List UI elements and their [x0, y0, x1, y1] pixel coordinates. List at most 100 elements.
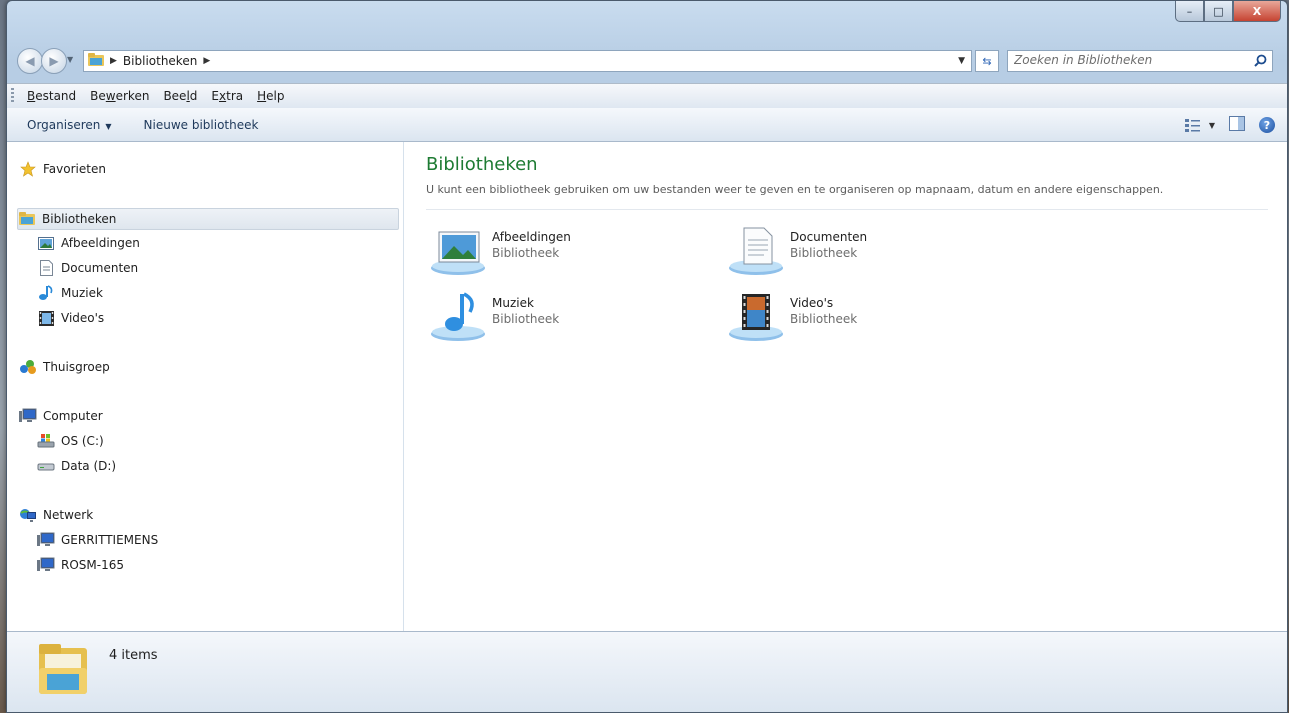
- nav-drive-c-label: OS (C:): [61, 434, 104, 448]
- change-view-button[interactable]: ▼: [1184, 118, 1215, 132]
- nav-music-label: Muziek: [61, 286, 103, 300]
- preview-pane-icon: [1229, 116, 1245, 131]
- nav-network[interactable]: Netwerk: [19, 504, 93, 526]
- menu-beeld[interactable]: Beeld: [156, 89, 204, 103]
- close-button[interactable]: X: [1233, 1, 1281, 22]
- nav-network-rosm-165[interactable]: ROSM-165: [37, 554, 124, 576]
- library-name: Documenten: [790, 230, 868, 244]
- library-type: Bibliotheek: [790, 312, 858, 326]
- library-type: Bibliotheek: [790, 246, 858, 260]
- organize-button[interactable]: Organiseren ▼: [17, 118, 122, 132]
- chevron-down-icon: ▼: [105, 121, 112, 131]
- music-library-icon: [430, 292, 488, 342]
- library-name: Afbeeldingen: [492, 230, 571, 244]
- nav-homegroup[interactable]: Thuisgroep: [19, 356, 110, 378]
- library-name: Muziek: [492, 296, 534, 310]
- address-row: ◀ ▶ ▼ ▶ Bibliotheken ▶ ▼ ⇆: [7, 45, 1287, 77]
- nav-videos-label: Video's: [61, 311, 105, 325]
- hard-drive-icon: [37, 457, 55, 475]
- arrow-right-icon: ▶: [49, 54, 59, 68]
- menu-extra[interactable]: Extra: [204, 89, 250, 103]
- minimize-button[interactable]: –: [1175, 1, 1204, 22]
- nav-music[interactable]: Muziek: [37, 282, 103, 304]
- nav-drive-d-label: Data (D:): [61, 459, 117, 473]
- explorer-window: – □ X ◀ ▶ ▼ ▶ Bibliotheken ▶ ▼ ⇆ Zoeken …: [6, 0, 1288, 713]
- menu-bar: Bestand Bewerken Beeld Extra Help: [7, 83, 1287, 109]
- library-name: Video's: [790, 296, 834, 310]
- pictures-library-icon: [430, 226, 488, 276]
- organize-label: Organiseren: [27, 117, 101, 132]
- nav-documents-label: Documenten: [61, 261, 139, 275]
- menu-bewerken[interactable]: Bewerken: [83, 89, 156, 103]
- breadcrumb-libraries[interactable]: Bibliotheken: [123, 54, 197, 68]
- music-note-icon: [37, 284, 55, 302]
- nav-network-label: Netwerk: [43, 508, 94, 522]
- command-bar: Organiseren ▼ Nieuwe bibliotheek ▼ ?: [7, 108, 1287, 142]
- refresh-button[interactable]: ⇆: [975, 50, 999, 72]
- divider: [426, 209, 1268, 210]
- address-dropdown-icon[interactable]: ▼: [958, 56, 965, 66]
- menu-bestand[interactable]: Bestand: [20, 89, 83, 103]
- nav-computer[interactable]: Computer: [19, 405, 103, 427]
- maximize-button[interactable]: □: [1204, 1, 1233, 22]
- access-key: w: [105, 89, 116, 103]
- nav-videos[interactable]: Video's: [37, 307, 104, 329]
- details-pane: 4 items: [7, 631, 1287, 712]
- libraries-folder-icon: [18, 210, 36, 228]
- access-key: B: [27, 89, 36, 103]
- toolbar-grip[interactable]: [11, 88, 14, 104]
- forward-button[interactable]: ▶: [41, 48, 67, 74]
- homegroup-icon: [19, 358, 37, 376]
- chevron-right-icon[interactable]: ▶: [203, 56, 210, 66]
- computer-icon: [37, 556, 55, 574]
- computer-icon: [37, 531, 55, 549]
- nav-libraries-label: Bibliotheken: [42, 212, 117, 226]
- menu-help[interactable]: Help: [250, 89, 291, 103]
- search-input[interactable]: [1008, 51, 1250, 69]
- documents-library-icon: [728, 226, 786, 276]
- recent-pages-dropdown-icon[interactable]: ▼: [67, 55, 73, 64]
- preview-pane-button[interactable]: [1229, 116, 1245, 134]
- nav-network-item-label: ROSM-165: [61, 558, 124, 572]
- system-drive-icon: [37, 432, 55, 450]
- library-item-music[interactable]: Muziek Bibliotheek: [430, 292, 690, 344]
- item-count: 4 items: [109, 648, 158, 663]
- library-item-videos[interactable]: Video's Bibliotheek: [728, 292, 988, 344]
- help-icon[interactable]: ?: [1259, 117, 1275, 133]
- nav-homegroup-label: Thuisgroep: [43, 360, 110, 374]
- caption-buttons: – □ X: [1175, 1, 1281, 22]
- new-library-button[interactable]: Nieuwe bibliotheek: [134, 118, 269, 132]
- nav-computer-label: Computer: [43, 409, 103, 423]
- arrow-left-icon: ◀: [25, 54, 35, 68]
- nav-pictures-label: Afbeeldingen: [61, 236, 140, 250]
- nav-network-gerrittiemens[interactable]: GERRITTIEMENS: [37, 529, 158, 551]
- nav-favorites[interactable]: Favorieten: [19, 158, 106, 180]
- star-icon: [19, 160, 37, 178]
- view-controls: ▼ ?: [1184, 116, 1275, 134]
- page-description: U kunt een bibliotheek gebruiken om uw b…: [426, 183, 1164, 196]
- address-bar[interactable]: ▶ Bibliotheken ▶ ▼: [83, 50, 972, 72]
- content-pane: Bibliotheken U kunt een bibliotheek gebr…: [404, 142, 1287, 631]
- back-button[interactable]: ◀: [17, 48, 43, 74]
- search-icon[interactable]: [1254, 54, 1267, 70]
- library-item-documents[interactable]: Documenten Bibliotheek: [728, 226, 988, 278]
- access-key: x: [219, 89, 227, 103]
- refresh-icon: ⇆: [982, 54, 992, 68]
- network-icon: [19, 506, 37, 524]
- nav-drive-d[interactable]: Data (D:): [37, 455, 116, 477]
- libraries-folder-icon: [37, 642, 89, 701]
- pictures-icon: [37, 234, 55, 252]
- nav-drive-c[interactable]: OS (C:): [37, 430, 104, 452]
- libraries-folder-icon: [88, 52, 104, 70]
- chevron-right-icon[interactable]: ▶: [110, 56, 117, 66]
- library-type: Bibliotheek: [492, 246, 560, 260]
- nav-documents[interactable]: Documenten: [37, 257, 138, 279]
- nav-libraries[interactable]: Bibliotheken: [17, 208, 399, 230]
- page-title: Bibliotheken: [426, 154, 538, 175]
- computer-icon: [19, 407, 37, 425]
- nav-pictures[interactable]: Afbeeldingen: [37, 232, 140, 254]
- search-box[interactable]: [1007, 50, 1273, 72]
- library-item-pictures[interactable]: Afbeeldingen Bibliotheek: [430, 226, 690, 278]
- navigation-pane: Favorieten Bibliotheken Afbeeldingen Doc…: [7, 142, 404, 631]
- nav-favorites-label: Favorieten: [43, 162, 106, 176]
